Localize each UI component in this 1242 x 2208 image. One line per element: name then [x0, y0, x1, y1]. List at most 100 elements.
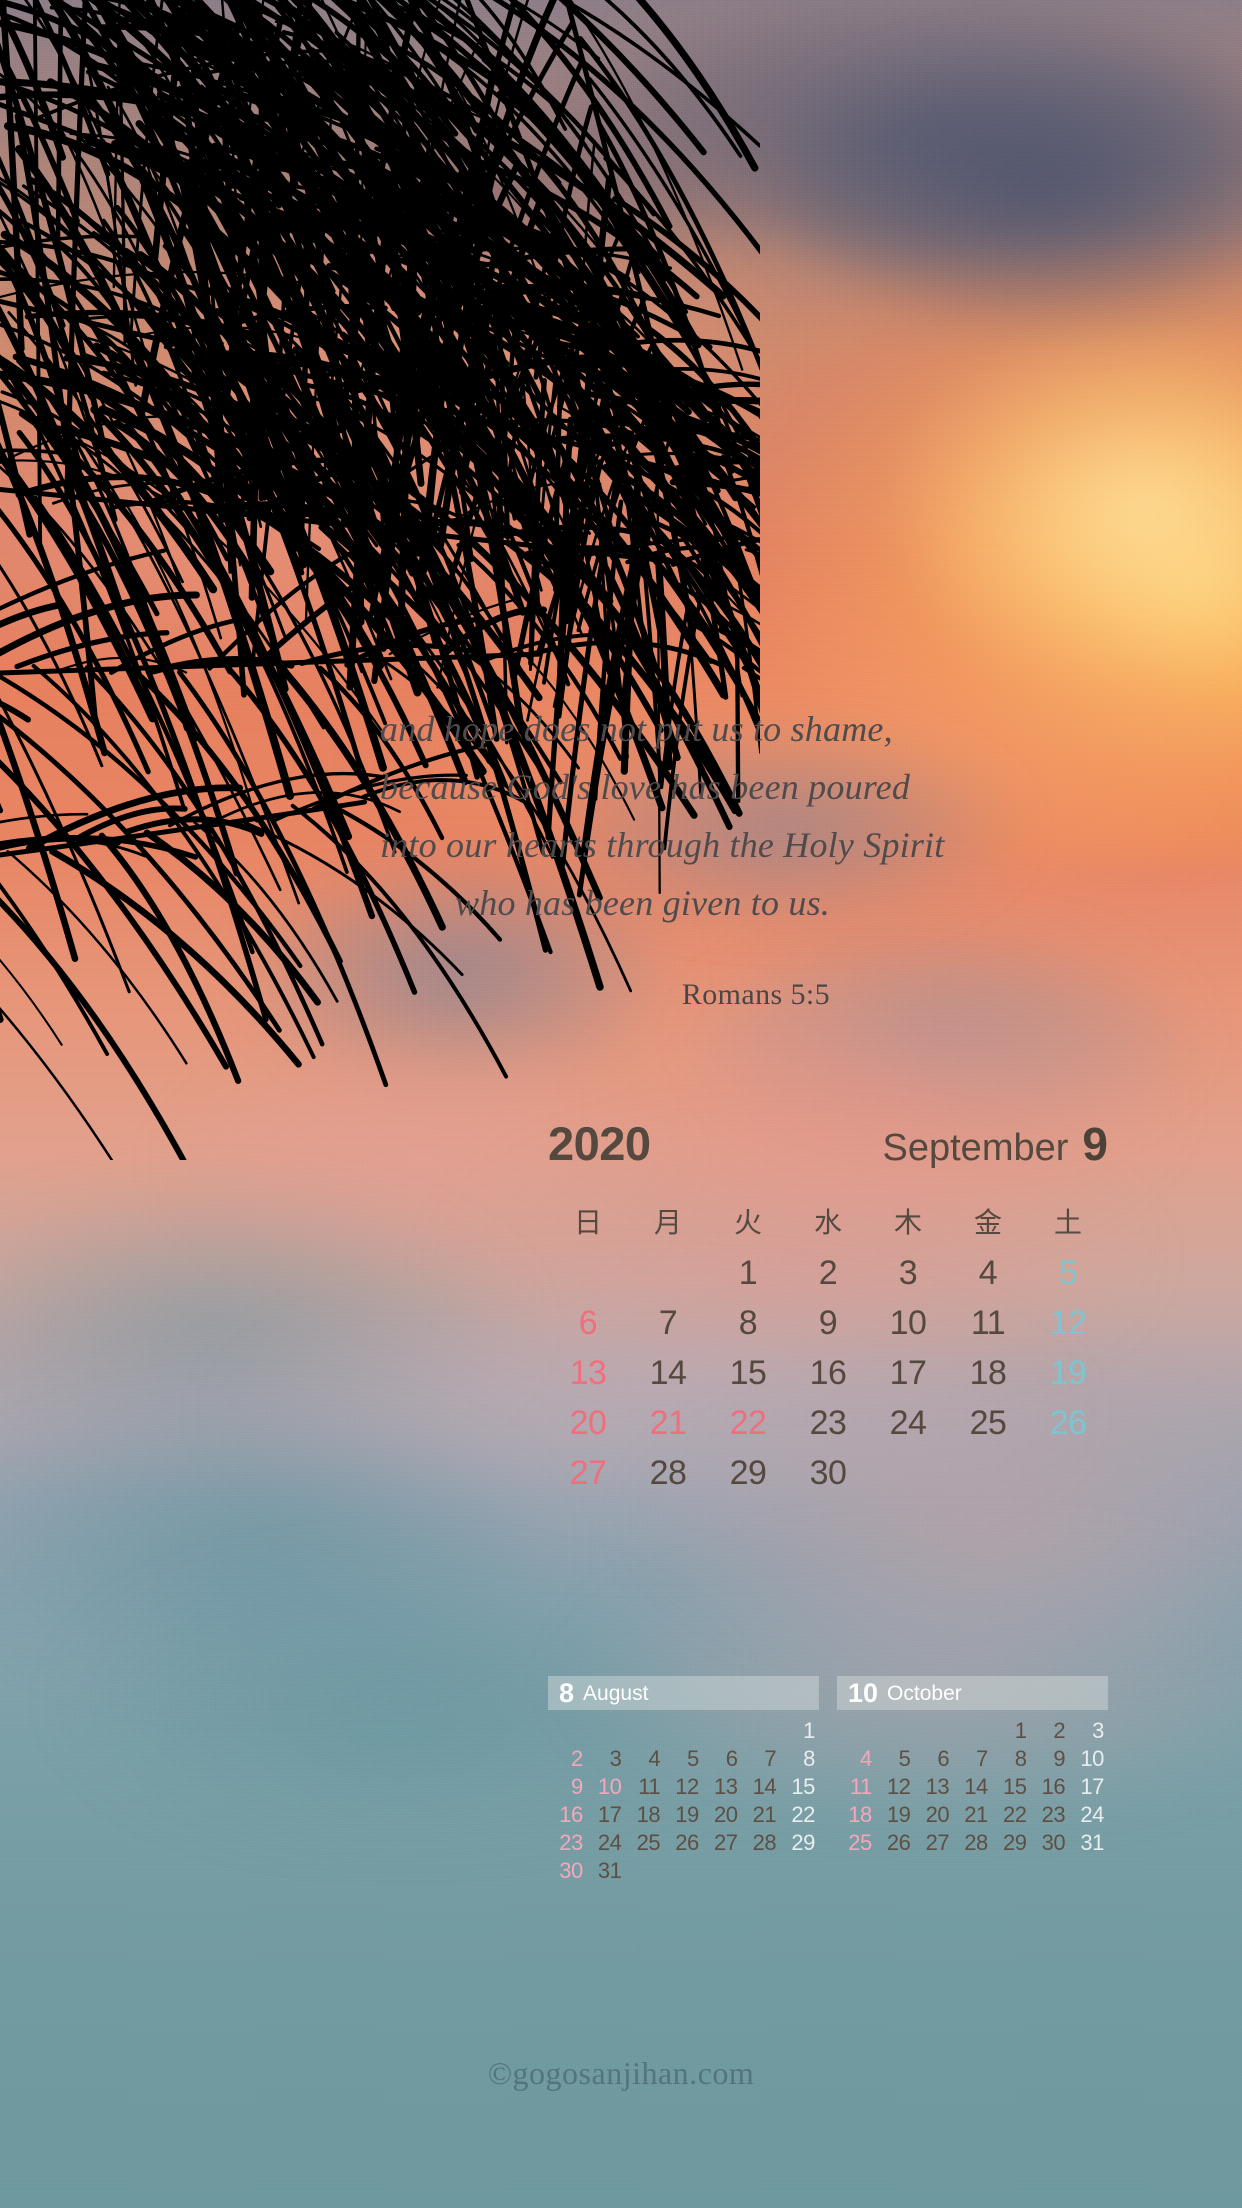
calendar-day-grid: ··12345678910111213141516171819202122232… — [548, 1248, 1108, 1498]
mini-day-cell: 13 — [925, 1774, 950, 1799]
calendar-day-cell: 10 — [889, 1304, 927, 1342]
mini-day-cell: 16 — [1041, 1774, 1066, 1799]
calendar-day-cell: 16 — [809, 1354, 847, 1392]
mini-calendar-header: 8 August — [548, 1676, 819, 1710]
mini-day-cell: 3 — [1092, 1718, 1104, 1743]
calendar-day-cell: 20 — [569, 1404, 607, 1442]
mini-day-cell: 30 — [1041, 1830, 1066, 1855]
mini-month-name: October — [887, 1681, 962, 1705]
mini-day-cell: 13 — [713, 1774, 738, 1799]
mini-day-cell: 7 — [976, 1746, 988, 1771]
main-calendar: 2020 September 9 日月火水木金土 ··1234567891011… — [548, 1120, 1108, 1498]
mini-day-cell: 6 — [937, 1746, 950, 1771]
weekday-header: 火 — [733, 1206, 762, 1239]
calendar-month-name: September — [882, 1127, 1069, 1169]
mini-day-cell: 23 — [559, 1830, 583, 1855]
calendar-day-cell: 5 — [1058, 1254, 1078, 1292]
wallpaper-canvas: and hope does not put us to shame, becau… — [0, 0, 1242, 2208]
weekday-header: 日 — [573, 1206, 602, 1239]
calendar-header: 2020 September 9 — [548, 1120, 1108, 1178]
weekday-header: 水 — [813, 1206, 842, 1239]
mini-day-cell: 3 — [609, 1746, 622, 1771]
mini-day-cell: 22 — [1002, 1802, 1027, 1827]
quote-line-1: and hope does not put us to shame, — [380, 709, 893, 749]
quote-line-2: because God's love has been poured — [380, 767, 911, 807]
calendar-day-cell: 4 — [978, 1254, 998, 1292]
mini-day-cell: 11 — [638, 1774, 661, 1799]
calendar-day-cell: 6 — [578, 1304, 598, 1342]
calendar-day-cell: 29 — [729, 1454, 767, 1492]
mini-day-cell: 29 — [1002, 1830, 1027, 1855]
weekday-header: 土 — [1053, 1206, 1082, 1239]
mini-day-cell: 27 — [713, 1830, 738, 1855]
calendar-day-cell: 17 — [889, 1354, 927, 1392]
calendar-year: 2020 — [548, 1117, 651, 1170]
mini-day-cell: 11 — [849, 1774, 872, 1799]
weekday-header: 金 — [973, 1206, 1002, 1239]
calendar-day-cell: 2 — [818, 1254, 838, 1292]
calendar-day-cell: 30 — [809, 1454, 847, 1492]
mini-day-cell: 15 — [1002, 1774, 1027, 1799]
calendar-day-cell: 13 — [569, 1354, 607, 1392]
quote-line-4: who has been given to us. — [455, 883, 830, 923]
weekday-header-row: 日月火水木金土 — [548, 1198, 1108, 1248]
mini-day-cell: 19 — [886, 1802, 911, 1827]
mini-day-cell: 19 — [675, 1802, 699, 1827]
site-watermark: ©gogosanjihan.com — [487, 2055, 755, 2091]
mini-day-cell: 9 — [1053, 1746, 1066, 1771]
mini-day-cell: 18 — [636, 1802, 661, 1827]
mini-calendar-header: 10 October — [837, 1676, 1108, 1710]
calendar-day-cell: 12 — [1049, 1304, 1087, 1342]
mini-day-cell: 27 — [925, 1830, 950, 1855]
mini-day-cell: 26 — [886, 1830, 911, 1855]
mini-day-cell: 26 — [675, 1830, 699, 1855]
mini-day-cell: 10 — [1080, 1746, 1104, 1771]
mini-day-cell: 1 — [1014, 1718, 1027, 1743]
mini-day-cell: 7 — [764, 1746, 777, 1771]
mini-day-cell: 16 — [559, 1802, 583, 1827]
mini-day-grid: ····123456789101112131415161718192021222… — [837, 1717, 1108, 1857]
mini-day-cell: 22 — [791, 1802, 815, 1827]
weekday-header: 月 — [653, 1206, 682, 1239]
scripture-reference: Romans 5:5 — [681, 978, 830, 1011]
calendar-day-cell: 9 — [818, 1304, 838, 1342]
calendar-day-cell: 7 — [658, 1304, 678, 1342]
mini-day-cell: 15 — [791, 1774, 815, 1799]
calendar-day-cell: 3 — [898, 1254, 918, 1292]
mini-day-cell: 4 — [859, 1746, 872, 1771]
quote-line-3: into our hearts through the Holy Spirit — [380, 825, 945, 865]
mini-day-cell: 2 — [1053, 1718, 1066, 1743]
calendar-day-cell: 28 — [649, 1454, 687, 1492]
frond-leaflet — [0, 897, 187, 1160]
mini-day-cell: 17 — [1080, 1774, 1104, 1799]
mini-day-cell: 21 — [752, 1802, 777, 1827]
mini-day-cell: 25 — [636, 1830, 661, 1855]
calendar-day-cell: 8 — [738, 1304, 758, 1342]
mini-day-cell: 14 — [964, 1774, 988, 1799]
calendar-day-cell: 21 — [649, 1404, 687, 1442]
mini-day-cell: 31 — [1080, 1830, 1104, 1855]
mini-day-cell: 20 — [925, 1802, 950, 1827]
mini-calendars: 8 August ······1234567891011121314151617… — [548, 1676, 1108, 1885]
mini-day-cell: 5 — [898, 1746, 911, 1771]
mini-day-cell: 28 — [964, 1830, 988, 1855]
mini-day-cell: 4 — [648, 1746, 661, 1771]
mini-day-cell: 8 — [803, 1746, 815, 1771]
mini-day-cell: 10 — [597, 1774, 622, 1799]
mini-day-cell: 12 — [886, 1774, 911, 1799]
calendar-day-cell: 1 — [738, 1254, 758, 1292]
mini-day-cell: 5 — [687, 1746, 699, 1771]
mini-month-number: 8 — [559, 1677, 575, 1708]
calendar-day-cell: 25 — [969, 1404, 1007, 1442]
mini-day-cell: 23 — [1041, 1802, 1066, 1827]
mini-day-cell: 31 — [597, 1858, 622, 1883]
calendar-day-cell: 15 — [729, 1354, 767, 1392]
mini-day-cell: 6 — [725, 1746, 738, 1771]
calendar-day-cell: 11 — [970, 1304, 1006, 1342]
weekday-header: 木 — [893, 1206, 922, 1239]
mini-day-grid: ······1234567891011121314151617181920212… — [548, 1717, 819, 1885]
scripture-quote: and hope does not put us to shame, becau… — [380, 700, 945, 932]
frond-leaflet — [98, 832, 242, 1084]
mini-day-cell: 9 — [570, 1774, 583, 1799]
mini-day-cell: 24 — [597, 1830, 622, 1855]
